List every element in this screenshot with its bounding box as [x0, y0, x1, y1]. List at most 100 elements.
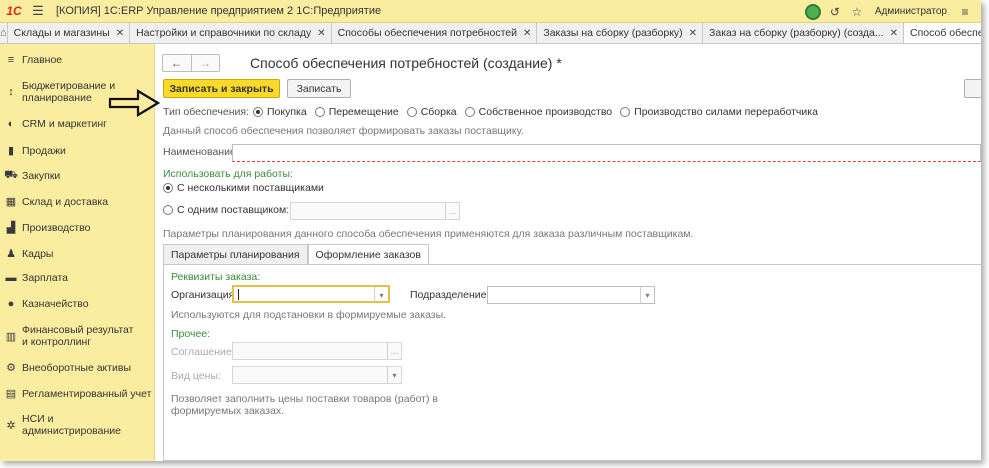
- open-tabs-bar: ⌂ Склады и магазины ✕ Настройки и справоч…: [0, 23, 981, 44]
- radio-own-production[interactable]: [464, 107, 475, 117]
- settings-menu-icon[interactable]: ≡: [957, 4, 973, 20]
- main-menu-icon[interactable]: ☰: [28, 3, 48, 19]
- agreement-row: Соглашение:: [171, 346, 235, 358]
- sidebar-item-salary[interactable]: ▬ Зарплата: [0, 272, 155, 284]
- chevron-down-icon[interactable]: ▾: [374, 287, 388, 303]
- substitution-hint: Используются для подстановки в формируем…: [171, 309, 447, 321]
- save-and-close-button[interactable]: Записать и закрыть: [163, 79, 280, 98]
- user-name[interactable]: Администратор: [875, 6, 947, 17]
- price-type-input[interactable]: ▾: [232, 366, 402, 384]
- supply-type-row: Тип обеспечения: Покупка Перемещение Сбо…: [163, 106, 818, 118]
- organization-input[interactable]: ▾: [232, 285, 390, 303]
- sidebar-item-warehouse[interactable]: ▦ Склад и доставка: [0, 195, 155, 209]
- division-label: Подразделение:: [410, 289, 490, 301]
- planning-hint: Параметры планирования данного способа о…: [163, 228, 694, 240]
- history-icon[interactable]: ↺: [827, 4, 843, 20]
- radio-label[interactable]: Производство силами переработчика: [634, 106, 818, 118]
- sidebar-item-hr[interactable]: ♟ Кадры: [0, 247, 155, 261]
- close-icon[interactable]: ✕: [116, 28, 124, 39]
- radio-purchase[interactable]: [253, 107, 263, 117]
- sidebar-item-main[interactable]: ≡ Главное: [0, 54, 155, 66]
- tab-label: Способы обеспечения потребностей: [337, 27, 517, 39]
- radio-label[interactable]: Сборка: [421, 106, 457, 118]
- sidebar-item-label: Главное: [22, 54, 63, 66]
- gear-icon: ✲: [6, 419, 16, 432]
- title-bar-tools: ↺ ☆ Администратор ≡: [804, 0, 973, 23]
- sidebar-item-label: Зарплата: [22, 272, 68, 284]
- annotation-arrow-icon: [108, 89, 160, 117]
- sidebar-item-label: Склад и доставка: [22, 195, 109, 208]
- sidebar-item-purchases[interactable]: ⛟ Закупки: [0, 169, 155, 183]
- name-row: Наименование:: [163, 146, 239, 158]
- radio-label[interactable]: Перемещение: [329, 106, 399, 118]
- radio-label[interactable]: Покупка: [267, 106, 307, 118]
- sidebar-item-label: Регламентированный учет: [22, 387, 152, 400]
- name-label: Наименование:: [163, 146, 239, 158]
- tab-planning-params[interactable]: Параметры планирования: [163, 244, 308, 265]
- radio-processor-production[interactable]: [620, 107, 631, 117]
- tab-assembly-orders[interactable]: Заказы на сборку (разборку) ✕: [537, 23, 704, 43]
- sidebar-item-treasury[interactable]: ● Казначейство: [0, 298, 155, 310]
- tab-assembly-order-create[interactable]: Заказ на сборку (разборку) (созда... ✕: [703, 23, 904, 43]
- sidebar-item-financial-result[interactable]: ▥ Финансовый результат и контроллинг: [0, 324, 155, 348]
- supplier-input[interactable]: …: [290, 202, 460, 220]
- sidebar-item-label: Продажи: [22, 144, 66, 157]
- name-input[interactable]: [232, 144, 981, 162]
- tab-supply-methods[interactable]: Способы обеспечения потребностей ✕: [331, 23, 538, 43]
- radio-label[interactable]: Собственное производство: [479, 106, 612, 118]
- sidebar-item-regulated-accounting[interactable]: ▤ Регламентированный учет: [0, 387, 155, 401]
- sidebar-item-production[interactable]: ▟ Производство: [0, 221, 155, 235]
- tab-warehouses[interactable]: Склады и магазины ✕: [7, 23, 131, 43]
- sidebar-item-label: CRM и маркетинг: [22, 118, 108, 130]
- history-nav: ← →: [162, 54, 220, 72]
- favorites-star-icon[interactable]: ☆: [849, 4, 865, 20]
- tab-order-processing[interactable]: Оформление заказов: [307, 244, 429, 265]
- order-details-label: Реквизиты заказа:: [171, 271, 261, 283]
- treasury-icon: ●: [7, 298, 15, 310]
- tab-supply-method-create[interactable]: Способ обеспечения потребн: [904, 23, 981, 43]
- agreement-input[interactable]: …: [232, 342, 402, 360]
- home-icon[interactable]: ⌂: [0, 23, 8, 43]
- notifications-icon[interactable]: [804, 3, 821, 20]
- radio-transfer[interactable]: [314, 107, 325, 117]
- factory-icon: ▟: [6, 222, 16, 234]
- chevron-down-icon[interactable]: ▾: [387, 367, 401, 383]
- organization-label: Организация:: [171, 289, 238, 301]
- one-supplier-row: С одним поставщиком:: [163, 204, 289, 216]
- more-actions-button[interactable]: [964, 79, 981, 98]
- money-icon: ▬: [5, 272, 17, 284]
- sidebar-item-crm[interactable]: ◐ CRM и маркетинг: [0, 118, 155, 130]
- division-input[interactable]: ▾: [487, 286, 655, 304]
- forward-arrow-icon[interactable]: →: [190, 55, 220, 71]
- sidebar-item-label: Внеоборотные активы: [22, 361, 132, 374]
- agreement-label: Соглашение:: [171, 346, 235, 358]
- sidebar-item-fixed-assets[interactable]: ⚙ Внеоборотные активы: [0, 361, 155, 375]
- radio-multi-suppliers[interactable]: [163, 183, 173, 193]
- close-icon[interactable]: ✕: [317, 28, 325, 39]
- radio-assembly[interactable]: [406, 107, 417, 117]
- close-icon[interactable]: ✕: [689, 28, 697, 39]
- budget-icon: ↕: [8, 86, 14, 98]
- close-icon[interactable]: ✕: [523, 28, 531, 39]
- sidebar-item-sales[interactable]: ▮ Продажи: [0, 144, 155, 158]
- radio-label[interactable]: С несколькими поставщиками: [177, 182, 324, 194]
- tab-warehouse-settings[interactable]: Настройки и справочники по складу ✕: [130, 23, 332, 43]
- select-dots-icon[interactable]: …: [445, 203, 459, 219]
- ledger-icon: ▤: [5, 388, 17, 400]
- sidebar-item-label: Кадры: [22, 247, 54, 260]
- app-logo: 1С: [6, 4, 22, 18]
- select-dots-icon[interactable]: …: [387, 343, 401, 359]
- title-bar: 1С ☰ [КОПИЯ] 1С:ERP Управление предприят…: [0, 0, 981, 23]
- save-button[interactable]: Записать: [287, 79, 351, 98]
- tab-label: Заказ на сборку (разборку) (созда...: [709, 27, 884, 39]
- inner-tabs: Параметры планирования Оформление заказо…: [163, 244, 429, 265]
- radio-label[interactable]: С одним поставщиком:: [177, 204, 289, 216]
- radio-one-supplier[interactable]: [163, 205, 173, 215]
- tab-label: Способ обеспечения потребн: [910, 26, 981, 39]
- chevron-down-icon[interactable]: ▾: [640, 287, 654, 303]
- close-icon[interactable]: ✕: [890, 28, 898, 39]
- price-hint-line1: Позволяет заполнить цены поставки товаро…: [171, 393, 438, 405]
- back-arrow-icon[interactable]: ←: [163, 55, 191, 71]
- sidebar-item-admin[interactable]: ✲ НСИ и администрирование: [0, 413, 155, 437]
- multi-suppliers-row: С несколькими поставщиками: [163, 182, 324, 194]
